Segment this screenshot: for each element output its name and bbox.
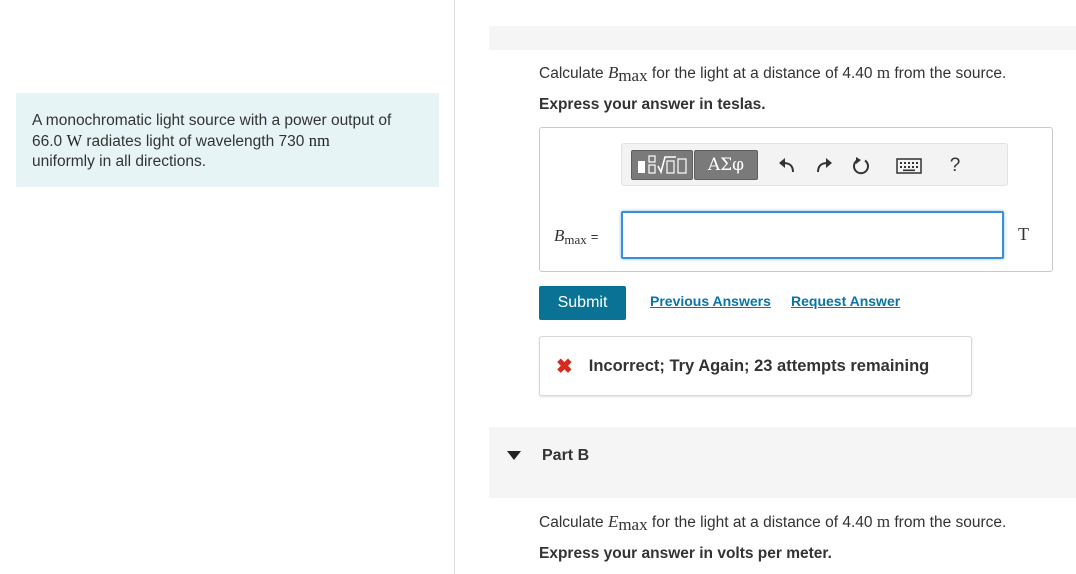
input-label: Bmax = [554,226,599,247]
distance-unit: m [876,512,891,531]
part-b-question: Calculate Emax for the light at a distan… [539,512,1006,535]
collapse-caret-icon[interactable] [507,451,521,460]
previous-answers-link[interactable]: Previous Answers [650,293,771,309]
e-max-symbol: Emax [607,512,648,534]
help-button[interactable]: ? [943,154,967,178]
greek-symbols-button[interactable]: ΑΣφ [694,150,758,180]
part-a-instruction: Express your answer in teslas. [539,96,766,113]
answer-input[interactable] [621,211,1004,259]
templates-button[interactable] [631,150,693,180]
question-text: from the source. [894,65,1007,82]
feedback-text: Incorrect; Try Again; 23 attempts remain… [588,356,930,375]
reset-icon[interactable] [849,154,873,178]
power-unit: W [66,131,83,150]
question-text: for the light at a distance of 4.40 [651,65,873,82]
problem-pane: A monochromatic light source with a powe… [0,0,455,574]
part-a-question: Calculate Bmax for the light at a distan… [539,63,1006,86]
question-text: Calculate [539,514,604,531]
undo-icon[interactable] [775,154,799,178]
problem-text-1: A monochromatic light source with a powe… [32,112,392,129]
redo-icon[interactable] [812,154,836,178]
part-b-title[interactable]: Part B [542,447,589,465]
part-b-instruction: Express your answer in volts per meter. [539,545,832,562]
distance-unit: m [876,63,891,82]
question-text: Calculate [539,65,604,82]
keyboard-icon[interactable] [894,154,924,178]
incorrect-x-icon: ✖ [556,355,573,378]
request-answer-link[interactable]: Request Answer [791,293,900,309]
templates-icon [638,155,687,175]
question-text: for the light at a distance of 4.40 [651,514,873,531]
problem-text-3: uniformly in all directions. [32,153,207,170]
problem-text-2: radiates light of wavelength 730 [86,133,305,150]
b-max-symbol: Bmax [607,63,648,85]
question-text: from the source. [894,514,1007,531]
math-toolbar: ΑΣφ ? [621,143,1008,186]
wavelength-unit: nm [308,131,330,150]
power-value: 66.0 [32,133,63,150]
answer-box: ΑΣφ ? Bmax = T [539,127,1053,272]
problem-statement: A monochromatic light source with a powe… [16,93,439,187]
unit-label: T [1018,224,1029,244]
submit-button[interactable]: Submit [539,286,626,320]
feedback-box: ✖ Incorrect; Try Again; 23 attempts rema… [539,336,972,396]
part-a-header [489,26,1076,50]
b-max-symbol: Bmax [554,226,587,247]
